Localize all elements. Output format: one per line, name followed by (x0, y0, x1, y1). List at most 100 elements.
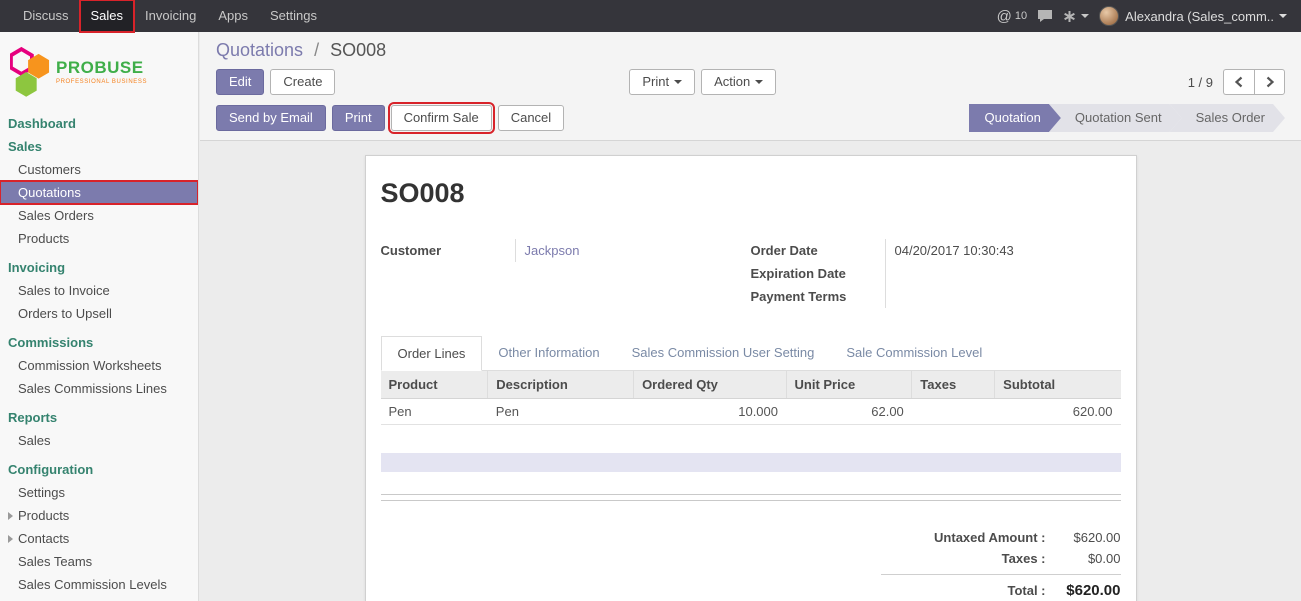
logo-subtitle: PROFESSIONAL BUSINESS (56, 79, 147, 85)
expiration-date-value (886, 262, 1121, 285)
customer-value[interactable]: Jackpson (516, 239, 751, 262)
field-customer: Customer Jackpson (381, 239, 751, 262)
field-order-date: Order Date 04/20/2017 10:30:43 (751, 239, 1121, 262)
sidebar-item-sales-commissions-lines[interactable]: Sales Commissions Lines (0, 377, 198, 400)
breadcrumb-separator: / (314, 40, 319, 60)
print-button[interactable]: Print (332, 105, 385, 131)
statusbar: Quotation Quotation Sent Sales Order (969, 104, 1285, 132)
chevron-left-icon (1234, 76, 1244, 88)
cell-description: Pen (488, 399, 634, 425)
sidebar-item-sales-orders[interactable]: Sales Orders (0, 204, 198, 227)
control-panel-row: Edit Create Print Action 1 / 9 (216, 69, 1285, 95)
table-header-row: Product Description Ordered Qty Unit Pri… (381, 371, 1121, 399)
sidebar-section-reports[interactable]: Reports (0, 406, 198, 429)
column-header-unit-price[interactable]: Unit Price (786, 371, 912, 399)
breadcrumb-current: SO008 (330, 40, 386, 60)
sidebar-item-sales-to-invoice[interactable]: Sales to Invoice (0, 279, 198, 302)
column-header-product[interactable]: Product (381, 371, 488, 399)
taxes-value: $0.00 (1046, 551, 1121, 566)
caret-down-icon (674, 80, 682, 84)
tab-order-lines[interactable]: Order Lines (381, 336, 483, 371)
sidebar-item-config-products[interactable]: Products (0, 504, 198, 527)
sidebar-item-label: Products (18, 508, 69, 523)
sidebar-item-sales-teams[interactable]: Sales Teams (0, 550, 198, 573)
create-button[interactable]: Create (270, 69, 335, 95)
order-date-value: 04/20/2017 10:30:43 (886, 239, 1121, 262)
empty-line-row[interactable] (381, 453, 1121, 472)
sidebar-item-dashboard[interactable]: Dashboard (0, 112, 198, 135)
sidebar-item-orders-to-upsell[interactable]: Orders to Upsell (0, 302, 198, 325)
column-header-taxes[interactable]: Taxes (912, 371, 995, 399)
logo-title: PROBUSE (56, 59, 147, 77)
table-row[interactable]: Pen Pen 10.000 62.00 620.00 (381, 399, 1121, 425)
sidebar-item-quotations[interactable]: Quotations (0, 181, 198, 204)
cell-product[interactable]: Pen (381, 399, 488, 425)
payment-terms-value (886, 285, 1121, 308)
print-dropdown-button[interactable]: Print (629, 69, 695, 95)
topnav-invoicing[interactable]: Invoicing (134, 0, 207, 32)
asterisk-menu-icon[interactable] (1063, 10, 1089, 23)
taxes-label: Taxes : (1002, 551, 1046, 566)
tab-other-information[interactable]: Other Information (482, 336, 615, 370)
status-step-sales-order[interactable]: Sales Order (1170, 104, 1285, 132)
sidebar-item-commission-worksheets[interactable]: Commission Worksheets (0, 354, 198, 377)
sidebar-item-products[interactable]: Products (0, 227, 198, 250)
sidebar-section-configuration[interactable]: Configuration (0, 458, 198, 481)
payment-terms-label: Payment Terms (751, 285, 886, 308)
totals-block: Untaxed Amount : $620.00 Taxes : $0.00 T… (881, 527, 1121, 601)
control-panel: Quotations / SO008 Edit Create Print Act… (200, 32, 1301, 141)
caret-down-icon (1279, 14, 1287, 18)
chevron-right-icon (8, 512, 13, 520)
action-dropdown-button[interactable]: Action (701, 69, 776, 95)
field-groups: Customer Jackpson Order Date 04/20/2017 … (381, 239, 1121, 308)
form-view: SO008 Customer Jackpson Order Date 04/20… (200, 141, 1301, 601)
cell-ordered-qty: 10.000 (634, 399, 786, 425)
column-header-subtotal[interactable]: Subtotal (995, 371, 1121, 399)
pager-previous-button[interactable] (1223, 69, 1254, 95)
column-header-description[interactable]: Description (488, 371, 634, 399)
cell-taxes (912, 399, 995, 425)
tab-sale-commission-level[interactable]: Sale Commission Level (830, 336, 998, 370)
action-dropdown-label: Action (714, 74, 750, 90)
pager-next-button[interactable] (1254, 69, 1285, 95)
send-by-email-button[interactable]: Send by Email (216, 105, 326, 131)
sidebar-item-reports-sales[interactable]: Sales (0, 429, 198, 452)
statusbar-row: Send by Email Print Confirm Sale Cancel … (216, 104, 1285, 132)
cell-subtotal: 620.00 (995, 399, 1121, 425)
sidebar-section-sales[interactable]: Sales (0, 135, 198, 158)
column-header-ordered-qty[interactable]: Ordered Qty (634, 371, 786, 399)
confirm-sale-button[interactable]: Confirm Sale (391, 105, 492, 131)
expiration-date-label: Expiration Date (751, 262, 886, 285)
field-expiration-date: Expiration Date (751, 262, 1121, 285)
cancel-button[interactable]: Cancel (498, 105, 564, 131)
sidebar-item-config-contacts[interactable]: Contacts (0, 527, 198, 550)
sidebar-item-customers[interactable]: Customers (0, 158, 198, 181)
activities-count: 10 (1015, 10, 1027, 22)
total-row: Total : $620.00 (881, 574, 1121, 601)
topnav-sales[interactable]: Sales (80, 0, 135, 32)
status-step-quotation-sent[interactable]: Quotation Sent (1049, 104, 1182, 132)
activities-badge[interactable]: @ 10 (997, 8, 1027, 25)
customer-label: Customer (381, 239, 516, 262)
cell-unit-price: 62.00 (786, 399, 912, 425)
sidebar-item-settings[interactable]: Settings (0, 481, 198, 504)
field-payment-terms: Payment Terms (751, 285, 1121, 308)
sidebar-item-sales-commission-levels[interactable]: Sales Commission Levels (0, 573, 198, 596)
topnav-discuss[interactable]: Discuss (12, 0, 80, 32)
edit-button[interactable]: Edit (216, 69, 264, 95)
topnav-settings[interactable]: Settings (259, 0, 328, 32)
notebook-tabs: Order Lines Other Information Sales Comm… (381, 336, 1121, 371)
chevron-right-icon (1265, 76, 1275, 88)
user-name: Alexandra (Sales_comm.. (1125, 9, 1274, 24)
order-date-label: Order Date (751, 239, 886, 262)
messages-icon[interactable] (1037, 9, 1053, 23)
order-lines-table: Product Description Ordered Qty Unit Pri… (381, 371, 1121, 425)
pager-count: 1 / 9 (1188, 75, 1213, 90)
status-step-quotation[interactable]: Quotation (969, 104, 1061, 132)
tab-sales-commission-user-setting[interactable]: Sales Commission User Setting (616, 336, 831, 370)
sidebar-section-invoicing[interactable]: Invoicing (0, 256, 198, 279)
breadcrumb-quotations[interactable]: Quotations (216, 40, 303, 60)
user-menu[interactable]: Alexandra (Sales_comm.. (1099, 6, 1287, 26)
topnav-apps[interactable]: Apps (207, 0, 259, 32)
sidebar-section-commissions[interactable]: Commissions (0, 331, 198, 354)
